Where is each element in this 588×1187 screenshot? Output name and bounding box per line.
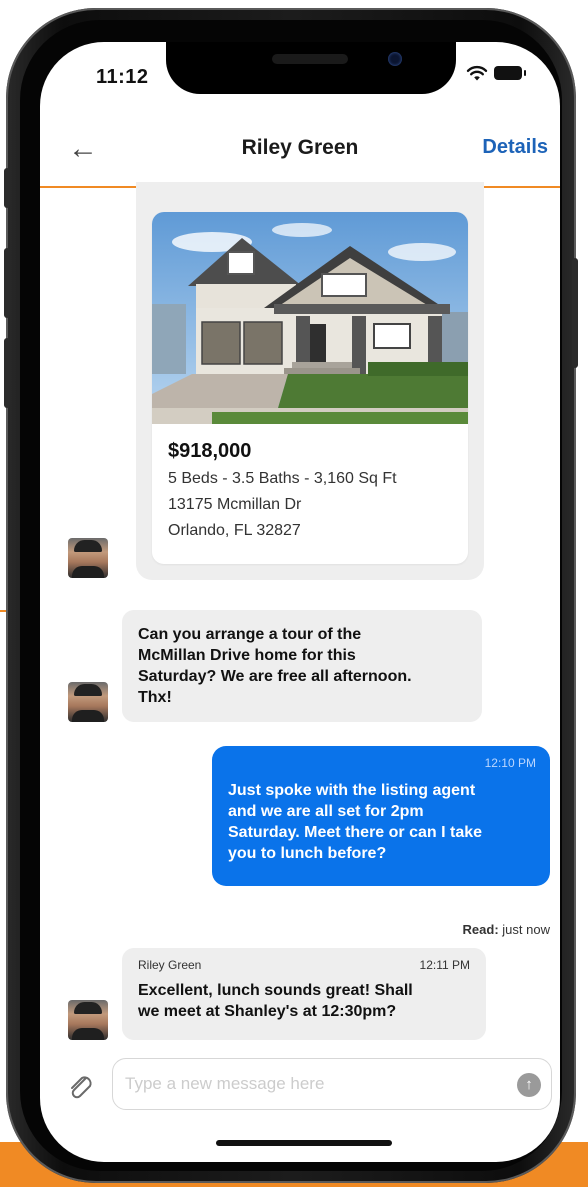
- phone-side-button: [4, 168, 10, 208]
- listing-specs: 5 Beds - 3.5 Baths - 3,160 Sq Ft: [168, 470, 397, 487]
- avatar: [68, 682, 108, 722]
- details-link[interactable]: Details: [482, 136, 548, 159]
- message-line: Excellent, lunch sounds great! Shall: [138, 982, 413, 999]
- status-time: 11:12: [96, 66, 149, 88]
- avatar: [68, 538, 108, 578]
- message-line: Thx!: [138, 689, 172, 706]
- message-composer: ↑: [112, 1058, 552, 1110]
- home-indicator[interactable]: [216, 1140, 392, 1146]
- message-text: Excellent, lunch sounds great! Shall we …: [138, 980, 478, 1022]
- phone-side-button: [572, 258, 578, 368]
- message-line: you to lunch before?: [228, 845, 387, 862]
- listing-address-city: Orlando, FL 32827: [168, 522, 301, 539]
- incoming-message: Riley Green 12:11 PM Excellent, lunch so…: [122, 948, 486, 1040]
- phone-frame: 11:12 ← Riley Green Details $918,000 5 B…: [4, 8, 578, 1183]
- listing-card[interactable]: $918,000 5 Beds - 3.5 Baths - 3,160 Sq F…: [152, 212, 468, 564]
- phone-side-button: [4, 338, 10, 408]
- house-photo: [152, 212, 468, 424]
- read-label: Read:: [462, 922, 499, 937]
- message-time: 12:11 PM: [419, 958, 470, 972]
- conversation-header: ← Riley Green Details: [40, 126, 560, 188]
- message-line: Can you arrange a tour of the: [138, 626, 362, 643]
- message-time: 12:10 PM: [484, 756, 536, 770]
- avatar: [68, 1000, 108, 1040]
- notch: [166, 42, 456, 94]
- listing-address-street: 13175 Mcmillan Dr: [168, 496, 302, 513]
- message-line: McMillan Drive home for this: [138, 647, 356, 664]
- read-receipt: Read: just now: [463, 922, 550, 937]
- send-arrow-icon[interactable]: ↑: [517, 1073, 541, 1097]
- message-text: Just spoke with the listing agent and we…: [228, 780, 542, 864]
- message-input[interactable]: [125, 1071, 505, 1097]
- speaker: [272, 54, 348, 64]
- front-camera: [388, 52, 402, 66]
- listing-message-bubble: $918,000 5 Beds - 3.5 Baths - 3,160 Sq F…: [136, 182, 484, 580]
- message-line: Saturday? We are free all afternoon.: [138, 668, 412, 685]
- app-screen: 11:12 ← Riley Green Details $918,000 5 B…: [40, 42, 560, 1162]
- message-line: we meet at Shanley's at 12:30pm?: [138, 1003, 397, 1020]
- read-value: just now: [502, 922, 550, 937]
- message-text: Can you arrange a tour of the McMillan D…: [138, 624, 474, 708]
- incoming-message: Can you arrange a tour of the McMillan D…: [122, 610, 482, 722]
- outgoing-message: 12:10 PM Just spoke with the listing age…: [212, 746, 550, 886]
- paperclip-icon[interactable]: [66, 1072, 96, 1102]
- listing-price: $918,000: [168, 440, 252, 462]
- phone-side-button: [4, 248, 10, 318]
- battery-icon: [494, 66, 526, 80]
- message-sender: Riley Green: [138, 958, 202, 972]
- message-line: Just spoke with the listing agent: [228, 782, 476, 799]
- message-line: Saturday. Meet there or can I take: [228, 824, 483, 841]
- wifi-icon: [466, 65, 488, 81]
- message-line: and we are all set for 2pm: [228, 803, 424, 820]
